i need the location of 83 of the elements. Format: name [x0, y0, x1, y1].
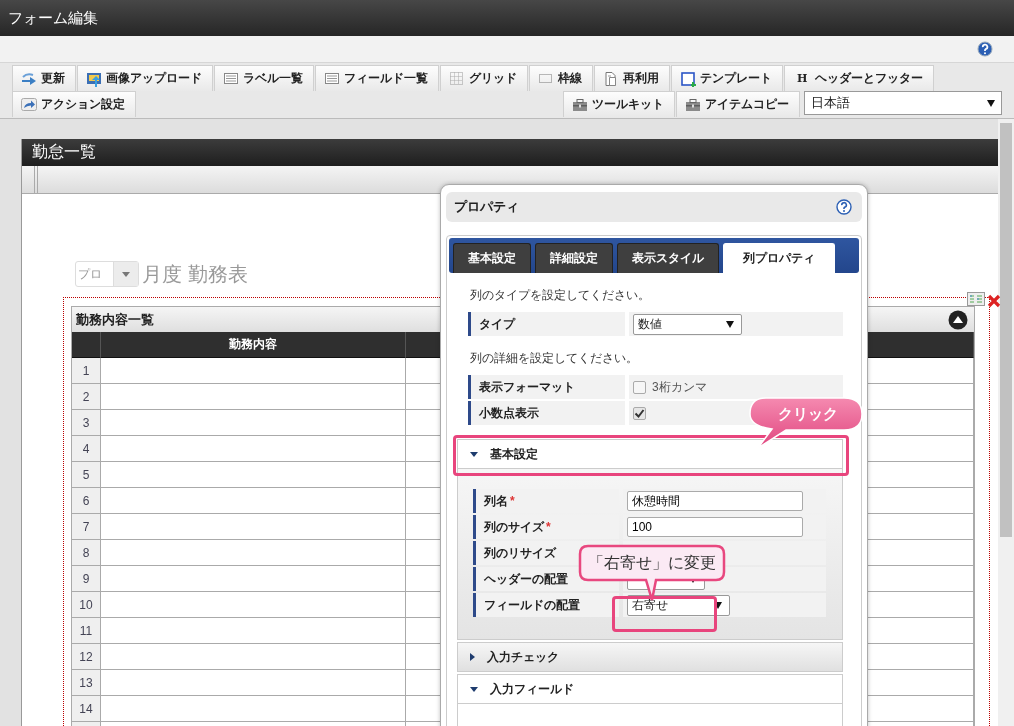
list-icon	[223, 70, 239, 87]
section-header[interactable]: 入力フィールド	[457, 674, 843, 704]
required-mark: *	[546, 520, 551, 534]
table-icon	[967, 292, 985, 306]
caret-icon	[714, 601, 722, 609]
field-label: フィールドの配置	[484, 596, 580, 614]
scrollbar-thumb[interactable]	[1000, 123, 1012, 537]
document-icon	[603, 70, 619, 87]
tab[interactable]: 詳細設定	[535, 243, 613, 273]
panel-header: 勤怠一覧	[22, 139, 998, 166]
toolbar-button[interactable]: 枠線	[529, 65, 593, 91]
delete-icon	[987, 294, 1001, 308]
text-field[interactable]: 休憩時間	[627, 491, 803, 511]
language-select[interactable]: 日本語	[804, 91, 1002, 115]
expanded-icon	[470, 451, 478, 457]
checkbox[interactable]	[633, 406, 646, 420]
help-icon[interactable]	[836, 199, 852, 215]
section-header[interactable]: 入力チェック	[457, 642, 843, 672]
header-footer-icon: H	[793, 72, 812, 85]
dialog-title: プロパティ	[454, 198, 519, 216]
toolbar-button[interactable]: 画像アップロード	[77, 65, 213, 91]
collapsed-icon	[470, 653, 475, 661]
row-number: 12	[72, 644, 101, 670]
caret-icon	[987, 99, 995, 107]
row-number: 10	[72, 592, 101, 618]
toolbox-icon	[685, 96, 701, 113]
field-label: 列のリサイズ	[484, 544, 556, 562]
toolbox-icon	[572, 96, 588, 113]
checkbox-label: 3桁カンマ	[652, 378, 707, 396]
row-number: 8	[72, 540, 101, 566]
toolbar-button[interactable]: H ヘッダーとフッター	[784, 65, 935, 91]
field-label: 小数点表示	[479, 404, 539, 422]
arrow-icon	[21, 70, 37, 87]
row-number: 3	[72, 410, 101, 436]
column-header: 勤務内容	[101, 332, 406, 359]
toolbar-button[interactable]: グリッド	[440, 65, 528, 91]
grid-icon	[449, 70, 465, 87]
tab[interactable]: 基本設定	[453, 243, 531, 273]
frame-icon	[680, 70, 696, 87]
field-label: 表示フォーマット	[479, 378, 575, 396]
toolbar-button[interactable]: 更新	[12, 65, 76, 91]
window-title: フォーム編集	[8, 8, 98, 28]
row-number: 2	[72, 384, 101, 410]
caret-icon	[122, 271, 130, 277]
form-heading: 月度 勤務表	[142, 261, 248, 287]
table-title: 勤務内容一覧	[76, 310, 154, 329]
field-label: 列名	[484, 492, 508, 510]
hint-text: 列の詳細を設定してください。	[470, 350, 639, 367]
field-label: 列のサイズ	[484, 518, 544, 536]
expanded-icon	[470, 686, 478, 692]
row-number: 5	[72, 462, 101, 488]
tab[interactable]: 表示スタイル	[617, 243, 719, 273]
required-mark: *	[510, 494, 515, 508]
toolbar-button[interactable]: ツールキット	[563, 91, 675, 117]
collapse-icon	[948, 309, 968, 330]
toolbar-button[interactable]: ラベル一覧	[214, 65, 314, 91]
hint-text: 列のタイプを設定してください。	[470, 287, 651, 304]
image-icon	[86, 70, 102, 87]
toolbar-button[interactable]: アクション設定	[12, 91, 136, 117]
row-number: 7	[72, 514, 101, 540]
column-header	[72, 332, 101, 359]
row-number: 13	[72, 670, 101, 696]
toolbar-button[interactable]: テンプレート	[671, 65, 783, 91]
field-label: タイプ	[479, 315, 515, 333]
help-icon[interactable]	[977, 41, 993, 57]
row-number: 6	[72, 488, 101, 514]
toolbar-button[interactable]: アイテムコピー	[676, 91, 800, 117]
text-field[interactable]: 100	[627, 517, 803, 537]
row-number: 4	[72, 436, 101, 462]
row-number: 14	[72, 696, 101, 722]
row-number: 11	[72, 618, 101, 644]
tab[interactable]: 列プロパティ	[723, 243, 835, 273]
checkbox[interactable]	[633, 380, 646, 394]
scrollbar[interactable]	[998, 119, 1014, 726]
toolbar-button[interactable]: フィールド一覧	[315, 65, 439, 91]
section-header[interactable]: 基本設定	[457, 439, 843, 469]
row-number: 1	[72, 358, 101, 384]
toolbar-button[interactable]: 再利用	[594, 65, 670, 91]
select-field[interactable]: 数値	[633, 313, 742, 335]
list-icon	[324, 70, 340, 87]
field-label: ヘッダーの配置	[484, 570, 568, 588]
caret-icon	[726, 320, 734, 328]
row-number: 9	[72, 566, 101, 592]
